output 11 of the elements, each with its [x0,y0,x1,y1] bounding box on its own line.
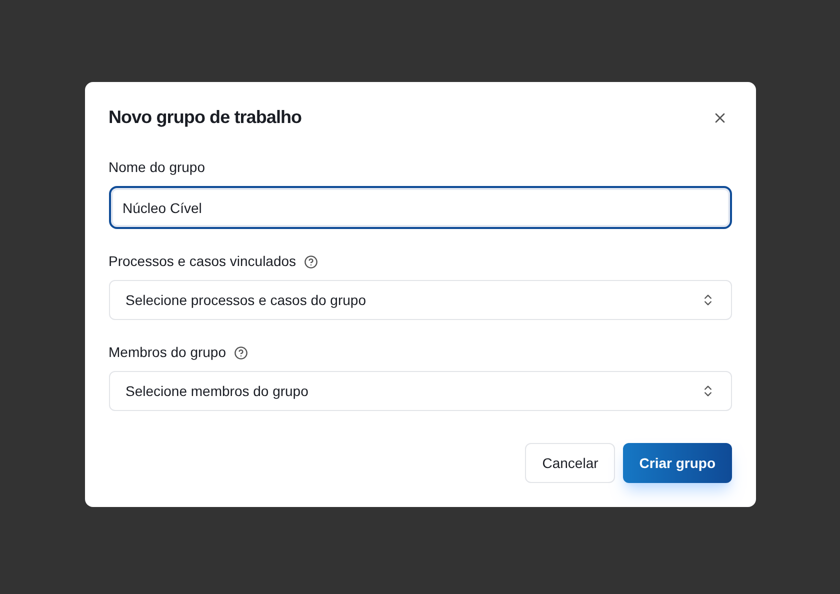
create-button[interactable]: Criar grupo [623,443,732,483]
help-icon[interactable] [304,254,318,268]
field-label: Processos e casos vinculados [108,252,296,271]
cancel-button[interactable]: Cancelar [525,443,616,483]
text-field[interactable]: Núcleo Cível [108,186,732,229]
dialog-title: Novo grupo de trabalho [108,106,302,129]
field-label: Nome do grupo [108,158,206,177]
field-label: Membros do grupo [108,343,226,362]
select-field[interactable]: Selecione membros do grupo [108,371,732,411]
help-icon[interactable] [234,346,248,360]
select-field[interactable]: Selecione processos e casos do grupo [108,280,732,320]
